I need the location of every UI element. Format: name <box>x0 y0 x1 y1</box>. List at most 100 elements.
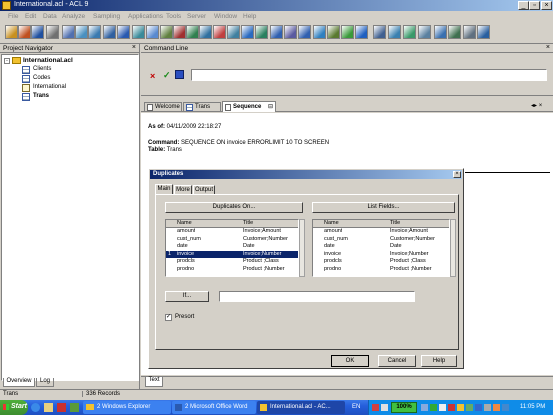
open-project-icon[interactable] <box>18 25 31 39</box>
dialog-close-button[interactable]: × <box>453 171 461 178</box>
menu-edit[interactable]: Edit <box>25 13 36 20</box>
menu-tools[interactable]: Tools <box>166 13 181 20</box>
taskbar-item-word[interactable]: 2 Microsoft Office Word <box>172 401 256 414</box>
menu-data[interactable]: Data <box>43 13 57 20</box>
grid-row[interactable]: 1 invoice Invoice;Number <box>166 250 298 258</box>
tray-icon[interactable] <box>381 404 388 411</box>
menu-server[interactable]: Server <box>187 13 206 20</box>
zoom-indicator[interactable]: 100% <box>391 402 417 413</box>
tray-icon[interactable] <box>493 404 500 411</box>
save-icon[interactable] <box>31 25 44 39</box>
menu-applications[interactable]: Applications <box>128 13 163 20</box>
summarize-icon[interactable] <box>186 25 199 39</box>
tray-icon[interactable] <box>466 404 473 411</box>
tray-icon[interactable] <box>372 404 379 411</box>
tab-welcome[interactable]: Welcome <box>144 102 182 112</box>
gaps-icon[interactable] <box>284 25 297 39</box>
scroll-tabs-icon[interactable]: ◂▸ × <box>531 102 542 109</box>
tab-trans[interactable]: Trans <box>183 102 221 112</box>
quick-launch-word-icon[interactable] <box>57 403 66 412</box>
classify-icon[interactable] <box>213 25 226 39</box>
tray-icon[interactable] <box>430 404 437 411</box>
menu-analyze[interactable]: Analyze <box>62 13 85 20</box>
verify-icon[interactable] <box>313 25 326 39</box>
index-icon[interactable] <box>160 25 173 39</box>
start-button[interactable]: Start <box>0 400 28 415</box>
tab-overview[interactable]: Overview <box>3 378 35 387</box>
cancel-button[interactable]: Cancel <box>378 355 416 367</box>
tree-item-trans[interactable]: Trans <box>22 93 102 101</box>
tree-item-codes[interactable]: Codes <box>22 75 102 83</box>
help-icon[interactable] <box>477 25 490 39</box>
tree-root[interactable]: - International.acl <box>4 57 74 65</box>
maximize-button[interactable]: ▫ <box>529 1 540 10</box>
if-expression-field[interactable] <box>219 291 415 302</box>
tray-icon[interactable] <box>484 404 491 411</box>
collapse-icon[interactable]: - <box>4 58 10 64</box>
tree-item-clients[interactable]: Clients <box>22 66 102 74</box>
tray-icon[interactable] <box>448 404 455 411</box>
grid-row[interactable]: date Date <box>313 243 449 251</box>
pin-icon[interactable]: ⊟ <box>268 103 273 110</box>
statistics-icon[interactable] <box>355 25 368 39</box>
tray-icon[interactable] <box>502 404 509 411</box>
tray-icon[interactable] <box>457 404 464 411</box>
menu-window[interactable]: Window <box>214 13 237 20</box>
grid-row[interactable]: prodno Product ;Number <box>166 266 298 274</box>
if-button[interactable]: If... <box>165 291 209 302</box>
list-fields-grid[interactable]: Name Title amount Invoice;Amount cust_num C… <box>312 219 450 277</box>
tab-log[interactable]: Log <box>36 378 54 387</box>
minimize-button[interactable]: _ <box>518 1 529 10</box>
crosstab-icon[interactable] <box>227 25 240 39</box>
menu-sampling[interactable]: Sampling <box>93 13 120 20</box>
presort-checkbox[interactable]: ✓ <box>165 314 172 321</box>
duplicates-on-grid[interactable]: Name Title amount Invoice;Amount cust_num C… <box>165 219 299 277</box>
ok-button[interactable]: OK <box>331 355 369 367</box>
right-vertical-scrollbar[interactable] <box>450 219 456 277</box>
extract-icon[interactable] <box>388 25 401 39</box>
grid-row[interactable]: prodno Product ;Number <box>313 266 449 274</box>
quick-launch-media-icon[interactable] <box>70 403 79 412</box>
taskbar-item-explorer[interactable]: 2 Windows Explorer <box>83 401 171 414</box>
language-indicator[interactable]: EN <box>352 404 360 410</box>
command-input[interactable] <box>191 69 547 81</box>
clear-command-icon[interactable]: × <box>150 71 155 81</box>
view-icon[interactable] <box>117 25 130 39</box>
stratify-icon[interactable] <box>199 25 212 39</box>
sort-icon[interactable] <box>173 25 186 39</box>
left-vertical-scrollbar[interactable] <box>299 219 305 277</box>
new-project-icon[interactable] <box>5 25 18 39</box>
edit-icon[interactable] <box>146 25 159 39</box>
grid-row[interactable]: prodcls Product ;Class <box>313 258 449 266</box>
table-layout-icon[interactable] <box>103 25 116 39</box>
close-pane-icon[interactable]: × <box>546 44 550 51</box>
close-button[interactable]: × <box>541 1 552 10</box>
run-script-icon[interactable] <box>463 25 476 39</box>
count-icon[interactable] <box>327 25 340 39</box>
export-icon[interactable] <box>403 25 416 39</box>
menu-file[interactable]: File <box>8 13 18 20</box>
sequence-icon[interactable] <box>298 25 311 39</box>
grid-row[interactable]: cust_num Customer;Number <box>313 236 449 244</box>
tray-icon[interactable] <box>439 404 446 411</box>
quick-launch-ie-icon[interactable] <box>31 403 40 412</box>
print-icon[interactable] <box>46 25 59 39</box>
tree-item-international[interactable]: International <box>22 84 102 92</box>
list-fields-button[interactable]: List Fields... <box>312 202 455 213</box>
tab-text[interactable]: Text <box>145 377 163 387</box>
edit-command-icon[interactable] <box>175 70 184 79</box>
sample-icon[interactable] <box>373 25 386 39</box>
tray-icon[interactable] <box>475 404 482 411</box>
total-icon[interactable] <box>341 25 354 39</box>
grid-row[interactable]: invoice Invoice;Number <box>313 251 449 259</box>
grid-row[interactable]: amount Invoice;Amount <box>166 228 298 236</box>
run-command-icon[interactable]: ✓ <box>163 70 171 81</box>
histogram-icon[interactable] <box>241 25 254 39</box>
duplicates-icon[interactable] <box>270 25 283 39</box>
grid-row[interactable]: cust_num Customer;Number <box>166 236 298 244</box>
grid-row[interactable]: date Date <box>166 243 298 251</box>
grid-row[interactable]: amount Invoice;Amount <box>313 228 449 236</box>
quick-launch-desktop-icon[interactable] <box>44 403 53 412</box>
duplicates-on-button[interactable]: Duplicates On... <box>165 202 303 213</box>
menu-help[interactable]: Help <box>243 13 256 20</box>
